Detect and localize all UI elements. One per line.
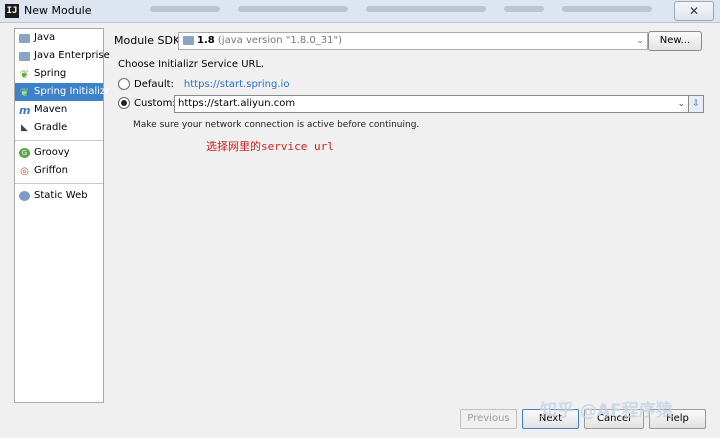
- sidebar-item-java[interactable]: Java: [15, 29, 103, 47]
- leaf-icon: ❦: [19, 67, 30, 81]
- sidebar-item-label: Griffon: [34, 165, 68, 176]
- sidebar-item-label: Maven: [34, 104, 68, 115]
- default-label: Default:: [134, 78, 174, 90]
- annotation-text: 选择网里的service url: [206, 140, 334, 153]
- sidebar-item-static-web[interactable]: Static Web: [15, 187, 103, 205]
- custom-url-input[interactable]: https://start.aliyun.com ⌄: [174, 95, 689, 113]
- web-icon: [19, 191, 30, 201]
- sidebar-item-java-enterprise[interactable]: Java Enterprise: [15, 47, 110, 65]
- blurred-background-tabs: [150, 4, 670, 14]
- custom-radio[interactable]: [118, 97, 130, 109]
- module-type-list: Java Java Enterprise ❦ Spring ❦ Spring I…: [14, 28, 110, 403]
- download-icon[interactable]: ⇩: [688, 95, 704, 113]
- folder-icon: [19, 33, 30, 43]
- spring-initializr-icon: ❦: [19, 85, 30, 99]
- default-url-option[interactable]: Default: https://start.spring.io: [118, 78, 289, 90]
- sidebar-item-groovy[interactable]: G Groovy: [15, 144, 103, 162]
- sidebar-item-label: Java Enterprise: [34, 50, 110, 61]
- sidebar-item-label: Spring: [34, 68, 67, 79]
- title-bar: IJ New Module ✕: [0, 0, 720, 23]
- groovy-icon: G: [19, 148, 30, 158]
- sidebar-item-spring[interactable]: ❦ Spring: [15, 65, 103, 83]
- sidebar-item-maven[interactable]: m Maven: [15, 101, 103, 119]
- new-sdk-button[interactable]: New...: [648, 31, 702, 51]
- sidebar-item-label: Groovy: [34, 147, 70, 158]
- sidebar-item-spring-initializr[interactable]: ❦ Spring Initializr: [15, 83, 109, 101]
- watermark: 知乎 @AF程序猿: [540, 401, 673, 421]
- initializr-heading: Choose Initializr Service URL.: [118, 59, 265, 70]
- gradle-icon: ◣: [21, 122, 28, 133]
- sdk-folder-icon: [183, 35, 194, 45]
- sdk-detail: (java version "1.8.0_31"): [217, 35, 343, 46]
- sdk-version: 1.8: [197, 35, 215, 46]
- custom-url-value: https://start.aliyun.com: [178, 98, 296, 109]
- custom-label: Custom:: [134, 97, 176, 109]
- folder-icon: [19, 51, 30, 61]
- main-panel: Module SDK: 1.8 (java version "1.8.0_31"…: [114, 28, 704, 408]
- module-sdk-select[interactable]: 1.8 (java version "1.8.0_31") ⌄: [178, 32, 648, 50]
- custom-url-option[interactable]: Custom:: [118, 97, 176, 109]
- intellij-icon: IJ: [5, 4, 19, 18]
- sidebar-item-gradle[interactable]: ◣ Gradle: [15, 119, 103, 137]
- chevron-down-icon[interactable]: ⌄: [677, 96, 685, 112]
- previous-button[interactable]: Previous: [460, 409, 517, 429]
- griffon-icon: ◎: [20, 165, 29, 177]
- sidebar-item-griffon[interactable]: ◎ Griffon: [15, 162, 103, 180]
- chevron-down-icon: ⌄: [636, 36, 644, 46]
- sidebar-divider: [15, 140, 103, 141]
- network-note: Make sure your network connection is act…: [133, 120, 420, 130]
- sidebar-item-label: Spring Initializr: [34, 86, 110, 97]
- close-button[interactable]: ✕: [674, 1, 714, 21]
- sidebar-item-label: Java: [34, 32, 56, 43]
- sidebar-item-label: Gradle: [34, 122, 68, 133]
- sidebar-divider: [15, 183, 103, 184]
- default-radio[interactable]: [118, 78, 130, 90]
- sidebar-item-label: Static Web: [34, 190, 88, 201]
- default-url-link[interactable]: https://start.spring.io: [184, 79, 290, 90]
- maven-icon: m: [19, 103, 31, 117]
- window-title: New Module: [24, 4, 92, 17]
- module-sdk-label: Module SDK:: [114, 34, 184, 47]
